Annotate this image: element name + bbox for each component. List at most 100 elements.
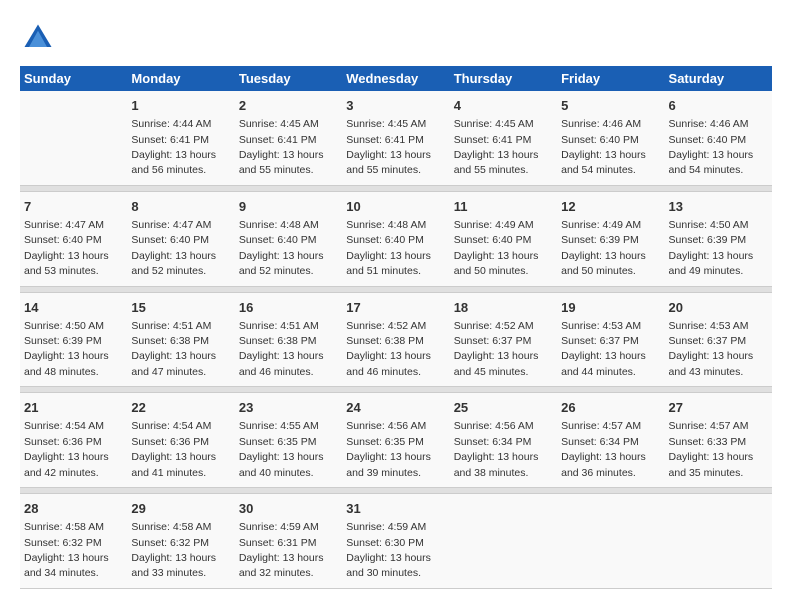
day-number: 10 <box>346 198 445 216</box>
day-info: Sunrise: 4:54 AM Sunset: 6:36 PM Dayligh… <box>24 420 109 478</box>
cell-week3-day5: 19 Sunrise: 4:53 AM Sunset: 6:37 PM Dayli… <box>557 292 664 387</box>
day-number: 20 <box>669 299 768 317</box>
cell-week4-day1: 22Sunrise: 4:54 AM Sunset: 6:36 PM Dayli… <box>127 393 234 488</box>
day-info: Sunrise: 4:58 AM Sunset: 6:32 PM Dayligh… <box>131 521 216 579</box>
cell-week2-day5: 12 Sunrise: 4:49 AM Sunset: 6:39 PM Dayli… <box>557 191 664 286</box>
day-number: 19 <box>561 299 660 317</box>
cell-week1-day5: 5 Sunrise: 4:46 AM Sunset: 6:40 PM Daylig… <box>557 91 664 185</box>
day-number: 7 <box>24 198 123 216</box>
column-header-wednesday: Wednesday <box>342 66 449 91</box>
cell-week2-day3: 10 Sunrise: 4:48 AM Sunset: 6:40 PM Dayli… <box>342 191 449 286</box>
day-number: 1 <box>131 97 230 115</box>
day-info: Sunrise: 4:53 AM Sunset: 6:37 PM Dayligh… <box>669 320 754 378</box>
day-number: 23 <box>239 399 338 417</box>
day-number: 17 <box>346 299 445 317</box>
day-number: 18 <box>454 299 553 317</box>
day-info: Sunrise: 4:59 AM Sunset: 6:30 PM Dayligh… <box>346 521 431 579</box>
cell-week4-day0: 21 Sunrise: 4:54 AM Sunset: 6:36 PM Dayli… <box>20 393 127 488</box>
day-number: 8 <box>131 198 230 216</box>
cell-week1-day3: 3Sunrise: 4:45 AM Sunset: 6:41 PM Daylig… <box>342 91 449 185</box>
day-info: Sunrise: 4:50 AM Sunset: 6:39 PM Dayligh… <box>24 320 109 378</box>
cell-week5-day4 <box>450 494 557 589</box>
cell-week3-day4: 18 Sunrise: 4:52 AM Sunset: 6:37 PM Dayli… <box>450 292 557 387</box>
cell-week5-day3: 31 Sunrise: 4:59 AM Sunset: 6:30 PM Dayli… <box>342 494 449 589</box>
day-info: Sunrise: 4:45 AM Sunset: 6:41 PM Dayligh… <box>239 118 324 176</box>
day-number: 29 <box>131 500 230 518</box>
week-row-4: 21 Sunrise: 4:54 AM Sunset: 6:36 PM Dayli… <box>20 393 772 488</box>
cell-week3-day2: 16 Sunrise: 4:51 AM Sunset: 6:38 PM Dayli… <box>235 292 342 387</box>
cell-week2-day1: 8 Sunrise: 4:47 AM Sunset: 6:40 PM Daylig… <box>127 191 234 286</box>
day-number: 25 <box>454 399 553 417</box>
day-number: 6 <box>669 97 768 115</box>
day-info: Sunrise: 4:58 AM Sunset: 6:32 PM Dayligh… <box>24 521 109 579</box>
day-number: 11 <box>454 198 553 216</box>
day-info: Sunrise: 4:49 AM Sunset: 6:39 PM Dayligh… <box>561 219 646 277</box>
column-header-friday: Friday <box>557 66 664 91</box>
column-header-thursday: Thursday <box>450 66 557 91</box>
day-info: Sunrise: 4:51 AM Sunset: 6:38 PM Dayligh… <box>239 320 324 378</box>
day-number: 16 <box>239 299 338 317</box>
cell-week5-day2: 30 Sunrise: 4:59 AM Sunset: 6:31 PM Dayli… <box>235 494 342 589</box>
day-number: 14 <box>24 299 123 317</box>
cell-week1-day0 <box>20 91 127 185</box>
cell-week4-day5: 26 Sunrise: 4:57 AM Sunset: 6:34 PM Dayli… <box>557 393 664 488</box>
day-number: 12 <box>561 198 660 216</box>
logo-icon <box>20 20 56 56</box>
column-header-tuesday: Tuesday <box>235 66 342 91</box>
column-header-saturday: Saturday <box>665 66 772 91</box>
header-row: SundayMondayTuesdayWednesdayThursdayFrid… <box>20 66 772 91</box>
week-row-3: 14 Sunrise: 4:50 AM Sunset: 6:39 PM Dayli… <box>20 292 772 387</box>
day-info: Sunrise: 4:47 AM Sunset: 6:40 PM Dayligh… <box>131 219 216 277</box>
day-info: Sunrise: 4:56 AM Sunset: 6:34 PM Dayligh… <box>454 420 539 478</box>
header <box>20 20 772 56</box>
day-number: 24 <box>346 399 445 417</box>
day-number: 2 <box>239 97 338 115</box>
day-info: Sunrise: 4:59 AM Sunset: 6:31 PM Dayligh… <box>239 521 324 579</box>
day-info: Sunrise: 4:56 AM Sunset: 6:35 PM Dayligh… <box>346 420 431 478</box>
day-info: Sunrise: 4:57 AM Sunset: 6:34 PM Dayligh… <box>561 420 646 478</box>
day-number: 4 <box>454 97 553 115</box>
day-info: Sunrise: 4:46 AM Sunset: 6:40 PM Dayligh… <box>561 118 646 176</box>
day-info: Sunrise: 4:49 AM Sunset: 6:40 PM Dayligh… <box>454 219 539 277</box>
week-row-5: 28 Sunrise: 4:58 AM Sunset: 6:32 PM Dayli… <box>20 494 772 589</box>
cell-week5-day6 <box>665 494 772 589</box>
day-number: 15 <box>131 299 230 317</box>
cell-week4-day6: 27Sunrise: 4:57 AM Sunset: 6:33 PM Dayli… <box>665 393 772 488</box>
cell-week2-day0: 7 Sunrise: 4:47 AM Sunset: 6:40 PM Daylig… <box>20 191 127 286</box>
cell-week4-day4: 25 Sunrise: 4:56 AM Sunset: 6:34 PM Dayli… <box>450 393 557 488</box>
logo <box>20 20 62 56</box>
day-number: 30 <box>239 500 338 518</box>
day-number: 31 <box>346 500 445 518</box>
cell-week3-day0: 14 Sunrise: 4:50 AM Sunset: 6:39 PM Dayli… <box>20 292 127 387</box>
cell-week5-day1: 29 Sunrise: 4:58 AM Sunset: 6:32 PM Dayli… <box>127 494 234 589</box>
week-row-1: 1 Sunrise: 4:44 AM Sunset: 6:41 PM Daylig… <box>20 91 772 185</box>
cell-week3-day3: 17 Sunrise: 4:52 AM Sunset: 6:38 PM Dayli… <box>342 292 449 387</box>
cell-week4-day3: 24 Sunrise: 4:56 AM Sunset: 6:35 PM Dayli… <box>342 393 449 488</box>
cell-week3-day6: 20 Sunrise: 4:53 AM Sunset: 6:37 PM Dayli… <box>665 292 772 387</box>
day-info: Sunrise: 4:47 AM Sunset: 6:40 PM Dayligh… <box>24 219 109 277</box>
cell-week4-day2: 23 Sunrise: 4:55 AM Sunset: 6:35 PM Dayli… <box>235 393 342 488</box>
day-info: Sunrise: 4:45 AM Sunset: 6:41 PM Dayligh… <box>454 118 539 176</box>
column-header-monday: Monday <box>127 66 234 91</box>
day-info: Sunrise: 4:45 AM Sunset: 6:41 PM Dayligh… <box>346 118 431 176</box>
day-info: Sunrise: 4:51 AM Sunset: 6:38 PM Dayligh… <box>131 320 216 378</box>
cell-week2-day2: 9Sunrise: 4:48 AM Sunset: 6:40 PM Daylig… <box>235 191 342 286</box>
day-number: 26 <box>561 399 660 417</box>
day-info: Sunrise: 4:44 AM Sunset: 6:41 PM Dayligh… <box>131 118 216 176</box>
day-number: 5 <box>561 97 660 115</box>
cell-week2-day4: 11 Sunrise: 4:49 AM Sunset: 6:40 PM Dayli… <box>450 191 557 286</box>
day-info: Sunrise: 4:50 AM Sunset: 6:39 PM Dayligh… <box>669 219 754 277</box>
cell-week1-day2: 2 Sunrise: 4:45 AM Sunset: 6:41 PM Daylig… <box>235 91 342 185</box>
day-number: 21 <box>24 399 123 417</box>
day-info: Sunrise: 4:53 AM Sunset: 6:37 PM Dayligh… <box>561 320 646 378</box>
cell-week3-day1: 15 Sunrise: 4:51 AM Sunset: 6:38 PM Dayli… <box>127 292 234 387</box>
cell-week2-day6: 13 Sunrise: 4:50 AM Sunset: 6:39 PM Dayli… <box>665 191 772 286</box>
day-info: Sunrise: 4:52 AM Sunset: 6:38 PM Dayligh… <box>346 320 431 378</box>
calendar-table: SundayMondayTuesdayWednesdayThursdayFrid… <box>20 66 772 589</box>
day-number: 28 <box>24 500 123 518</box>
day-info: Sunrise: 4:55 AM Sunset: 6:35 PM Dayligh… <box>239 420 324 478</box>
day-number: 13 <box>669 198 768 216</box>
day-info: Sunrise: 4:52 AM Sunset: 6:37 PM Dayligh… <box>454 320 539 378</box>
cell-week5-day5 <box>557 494 664 589</box>
day-info: Sunrise: 4:48 AM Sunset: 6:40 PM Dayligh… <box>346 219 431 277</box>
